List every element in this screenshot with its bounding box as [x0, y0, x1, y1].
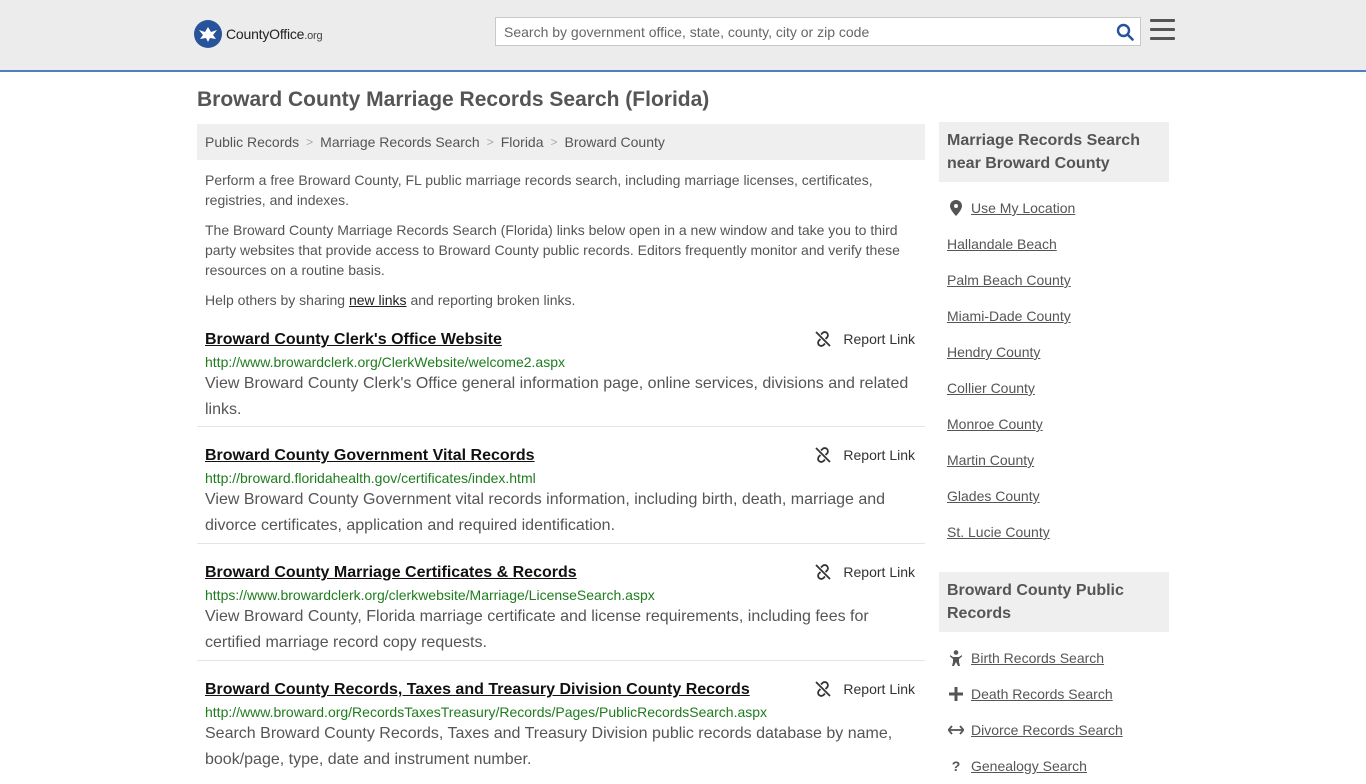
breadcrumb-marriage-records[interactable]: Marriage Records Search [320, 134, 480, 150]
sidebar-public-heading: Broward County Public Records [939, 572, 1169, 632]
nearby-item: Glades County [939, 478, 1169, 514]
search-input[interactable] [496, 19, 1110, 44]
public-record-item: Divorce Records Search [939, 712, 1169, 748]
breadcrumb: Public Records > Marriage Records Search… [197, 124, 925, 160]
intro-paragraph-2: The Broward County Marriage Records Sear… [205, 222, 900, 278]
sidebar-public-records: Broward County Public Records Birth Reco… [939, 572, 1169, 784]
use-my-location-link[interactable]: Use My Location [971, 200, 1075, 216]
chevron-right-icon: > [306, 135, 314, 149]
result-url: http://www.browardclerk.org/ClerkWebsite… [205, 354, 565, 370]
report-link-button[interactable]: Report Link [815, 331, 915, 347]
result-item: Broward County Marriage Certificates & R… [197, 564, 925, 661]
intro-paragraph-3: Help others by sharing new links and rep… [205, 290, 917, 310]
breadcrumb-public-records[interactable]: Public Records [205, 134, 299, 150]
broken-link-icon [815, 447, 832, 463]
breadcrumb-broward-county[interactable]: Broward County [565, 134, 665, 150]
nearby-link-miami-dade-county[interactable]: Miami-Dade County [947, 308, 1071, 324]
result-url: https://www.browardclerk.org/clerkwebsit… [205, 587, 655, 603]
report-link-label: Report Link [843, 564, 915, 580]
logo-tld: .org [304, 30, 323, 42]
use-location-item: Use My Location [939, 190, 1169, 226]
report-link-button[interactable]: Report Link [815, 447, 915, 463]
public-record-item: Birth Records Search [939, 640, 1169, 676]
nearby-link-st-lucie-county[interactable]: St. Lucie County [947, 524, 1050, 540]
nearby-item: Palm Beach County [939, 262, 1169, 298]
result-item: Broward County Government Vital Records … [197, 447, 925, 544]
cross-icon [947, 687, 965, 701]
divorce-records-search-link[interactable]: Divorce Records Search [971, 722, 1123, 738]
eagle-seal-icon [194, 20, 222, 48]
nearby-item: Martin County [939, 442, 1169, 478]
nearby-item: Miami-Dade County [939, 298, 1169, 334]
intro-help-text-after: and reporting broken links. [406, 292, 576, 308]
result-item: Broward County Clerk's Office Website Re… [197, 331, 925, 427]
nearby-link-glades-county[interactable]: Glades County [947, 488, 1040, 504]
nearby-link-hallandale-beach[interactable]: Hallandale Beach [947, 236, 1057, 252]
report-link-button[interactable]: Report Link [815, 564, 915, 580]
intro-paragraph-1: Perform a free Broward County, FL public… [205, 172, 873, 208]
main-content: Public Records > Marriage Records Search… [197, 124, 925, 773]
hamburger-menu-icon[interactable] [1150, 19, 1175, 41]
nearby-link-palm-beach-county[interactable]: Palm Beach County [947, 272, 1071, 288]
nearby-link-hendry-county[interactable]: Hendry County [947, 344, 1040, 360]
report-link-button[interactable]: Report Link [815, 681, 915, 697]
intro-help-text: Help others by sharing [205, 292, 349, 308]
broken-link-icon [815, 681, 832, 697]
public-record-item: Death Records Search [939, 676, 1169, 712]
site-header: CountyOffice.org [0, 0, 1366, 72]
result-description: Search Broward County Records, Taxes and… [205, 725, 893, 768]
result-description: View Broward County, Florida marriage ce… [205, 608, 869, 651]
nearby-item: Monroe County [939, 406, 1169, 442]
split-arrows-icon [947, 725, 965, 735]
new-links-link[interactable]: new links [349, 292, 407, 308]
page-title: Broward County Marriage Records Search (… [197, 88, 710, 111]
map-pin-icon [947, 200, 965, 216]
breadcrumb-florida[interactable]: Florida [501, 134, 544, 150]
nearby-link-monroe-county[interactable]: Monroe County [947, 416, 1043, 432]
result-url: http://www.broward.org/RecordsTaxesTreas… [205, 704, 768, 720]
search-button[interactable] [1110, 19, 1140, 44]
baby-icon [947, 650, 965, 666]
report-link-label: Report Link [843, 681, 915, 697]
result-item: Broward County Records, Taxes and Treasu… [197, 681, 925, 773]
birth-records-search-link[interactable]: Birth Records Search [971, 650, 1104, 666]
nearby-list: Use My Location Hallandale Beach Palm Be… [939, 190, 1169, 550]
chevron-right-icon: > [550, 135, 558, 149]
nearby-item: Hendry County [939, 334, 1169, 370]
result-title-link[interactable]: Broward County Records, Taxes and Treasu… [205, 681, 917, 699]
logo-brand: CountyOffice [226, 26, 305, 42]
result-description: View Broward County Clerk's Office gener… [205, 375, 909, 418]
nearby-link-martin-county[interactable]: Martin County [947, 452, 1034, 468]
chevron-right-icon: > [486, 135, 494, 149]
genealogy-search-link[interactable]: Genealogy Search [971, 758, 1087, 774]
nearby-item: Collier County [939, 370, 1169, 406]
result-url: http://broward.floridahealth.gov/certifi… [205, 470, 536, 486]
site-logo[interactable]: CountyOffice.org [194, 20, 323, 48]
nearby-item: Hallandale Beach [939, 226, 1169, 262]
nearby-link-collier-county[interactable]: Collier County [947, 380, 1035, 396]
death-records-search-link[interactable]: Death Records Search [971, 686, 1113, 702]
search-icon [1116, 23, 1134, 41]
nearby-item: St. Lucie County [939, 514, 1169, 550]
result-title-link[interactable]: Broward County Marriage Certificates & R… [205, 564, 917, 582]
result-title-link[interactable]: Broward County Government Vital Records [205, 447, 917, 465]
report-link-label: Report Link [843, 447, 915, 463]
intro-text: Perform a free Broward County, FL public… [197, 170, 925, 310]
logo-text: CountyOffice.org [226, 26, 323, 42]
result-title-link[interactable]: Broward County Clerk's Office Website [205, 331, 917, 349]
public-record-item: ? Genealogy Search [939, 748, 1169, 784]
broken-link-icon [815, 331, 832, 347]
sidebar-nearby-heading: Marriage Records Search near Broward Cou… [939, 122, 1169, 182]
public-records-list: Birth Records Search Death Records Searc… [939, 640, 1169, 784]
result-description: View Broward County Government vital rec… [205, 491, 886, 534]
report-link-label: Report Link [843, 331, 915, 347]
sidebar-nearby: Marriage Records Search near Broward Cou… [939, 122, 1169, 550]
search-box [495, 17, 1141, 46]
broken-link-icon [815, 564, 832, 580]
question-icon: ? [951, 758, 961, 774]
